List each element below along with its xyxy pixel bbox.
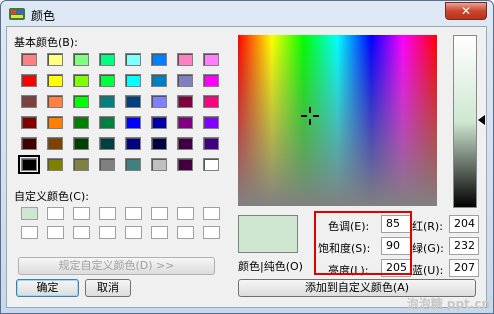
basic-color-swatch[interactable] [203,137,219,150]
watermark-text: 泡泡糖 ppt.cn [406,297,490,311]
blue-field[interactable]: 207 [449,259,479,277]
basic-color-swatch[interactable] [47,74,63,87]
basic-color-swatch[interactable] [151,74,167,87]
basic-color-swatch[interactable] [203,158,219,171]
custom-color-swatch[interactable] [99,207,116,220]
basic-color-swatch[interactable] [73,137,89,150]
basic-color-swatch[interactable] [99,53,115,66]
basic-color-swatch[interactable] [151,116,167,129]
basic-color-swatch[interactable] [125,95,141,108]
red-label: 红(R): [412,220,443,233]
green-field[interactable]: 232 [449,237,479,255]
custom-color-swatch[interactable] [177,226,194,239]
basic-color-swatch[interactable] [21,74,37,87]
basic-color-swatch[interactable] [21,137,37,150]
crosshair-icon [301,107,319,125]
basic-color-swatch[interactable] [73,74,89,87]
custom-color-swatch[interactable] [151,226,168,239]
basic-color-swatch[interactable] [47,116,63,129]
custom-color-swatch[interactable] [177,207,194,220]
basic-color-swatch[interactable] [151,137,167,150]
basic-color-swatch[interactable] [151,158,167,171]
basic-color-swatch[interactable] [73,95,89,108]
basic-color-swatch[interactable] [177,116,193,129]
basic-color-swatch[interactable] [21,53,37,66]
luminosity-slider[interactable] [453,35,477,208]
custom-color-swatch[interactable] [99,226,116,239]
custom-color-swatch[interactable] [21,207,38,220]
basic-color-swatch[interactable] [47,137,63,150]
basic-color-swatch[interactable] [21,95,37,108]
custom-color-swatch[interactable] [73,207,90,220]
color-spectrum[interactable] [238,35,437,206]
define-custom-colors-button[interactable]: 规定自定义颜色(D) >> [18,257,215,275]
cancel-button[interactable]: 取消 [85,279,131,297]
basic-colors-label: 基本颜色(B): [14,36,78,49]
basic-color-swatch[interactable] [47,53,63,66]
basic-color-swatch[interactable] [203,53,219,66]
basic-color-swatch[interactable] [151,95,167,108]
custom-color-swatch[interactable] [47,226,64,239]
basic-color-swatch[interactable] [47,158,63,171]
basic-color-swatch[interactable] [203,74,219,87]
green-label: 绿(G): [412,242,444,255]
custom-color-swatch[interactable] [151,207,168,220]
close-button[interactable]: ✕ [445,2,487,20]
basic-color-swatch[interactable] [203,116,219,129]
basic-color-swatch[interactable] [73,53,89,66]
basic-color-swatch[interactable] [151,53,167,66]
color-preview-swatch [238,215,298,253]
basic-color-swatch[interactable] [203,95,219,108]
custom-color-swatch[interactable] [203,226,220,239]
basic-color-swatch[interactable] [99,95,115,108]
basic-color-swatch[interactable] [73,158,89,171]
basic-color-swatch[interactable] [177,95,193,108]
color-solid-label: 颜色|纯色(O) [238,260,303,273]
window-title: 颜色 [31,9,56,23]
basic-color-swatch[interactable] [177,158,193,171]
blue-label: 蓝(U): [412,264,444,277]
custom-color-swatch[interactable] [125,207,142,220]
custom-color-swatch[interactable] [21,226,38,239]
basic-color-swatch[interactable] [99,74,115,87]
basic-color-swatch[interactable] [125,53,141,66]
basic-color-swatch[interactable] [125,158,141,171]
custom-colors-label: 自定义颜色(C): [14,190,89,203]
custom-color-swatch[interactable] [47,207,64,220]
basic-color-swatch[interactable] [99,137,115,150]
basic-color-swatch[interactable] [21,116,37,129]
basic-color-swatch[interactable] [73,116,89,129]
basic-color-swatch[interactable] [99,158,115,171]
red-field[interactable]: 204 [449,215,479,233]
basic-color-swatch[interactable] [47,95,63,108]
title-bar: 颜色 ✕ [1,1,493,27]
basic-color-swatch[interactable] [99,116,115,129]
annotation-highlight-box [314,211,412,275]
basic-color-swatch[interactable] [125,116,141,129]
basic-color-swatch[interactable] [125,74,141,87]
custom-color-swatch[interactable] [125,226,142,239]
luminosity-arrow-icon[interactable] [478,115,485,125]
basic-color-swatch[interactable] [177,137,193,150]
basic-color-swatch[interactable] [125,137,141,150]
palette-icon [9,8,25,20]
basic-color-swatch[interactable] [177,74,193,87]
custom-color-swatch[interactable] [73,226,90,239]
custom-color-swatch[interactable] [203,207,220,220]
basic-color-swatch[interactable] [18,155,40,174]
basic-color-swatch[interactable] [177,53,193,66]
ok-button[interactable]: 确定 [16,279,79,297]
